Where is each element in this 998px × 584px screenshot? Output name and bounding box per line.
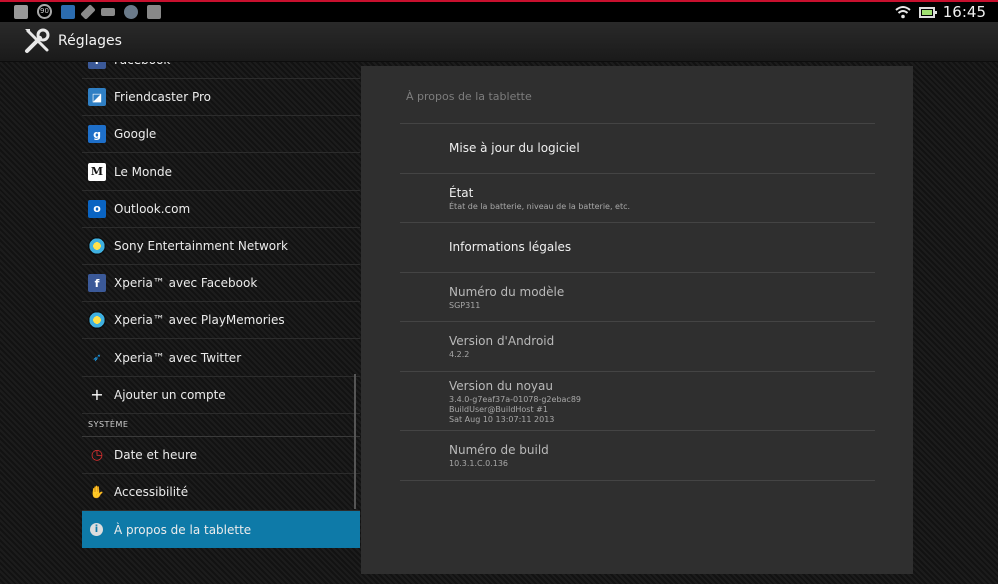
about-item-4-title: Version d'Android xyxy=(449,334,555,348)
panel-divider xyxy=(400,173,875,174)
section-header-system: SYSTÈME xyxy=(88,420,129,429)
battery-icon xyxy=(918,6,937,18)
about-item-3-title: Numéro du modèle xyxy=(449,284,565,299)
about-item-5-detail: BuildUser@BuildHost #1 xyxy=(449,404,548,414)
settings-item-le-monde[interactable]: M Le Monde xyxy=(82,154,360,191)
content-area: f Facebook ◪ Friendcaster Pro g Google M Le Mon… xyxy=(0,62,998,584)
system-tray: 16:45 xyxy=(895,3,986,21)
twitter-icon: ➶ xyxy=(92,351,102,365)
about-item-6-detail: 10.3.1.C.0.136 xyxy=(449,459,509,468)
settings-item-google[interactable]: g Google xyxy=(82,116,360,154)
app-title: Réglages xyxy=(58,33,122,49)
clock-icon: ◷ xyxy=(90,447,104,463)
settings-item-label: Date et heure xyxy=(114,448,198,462)
settings-item-label: Xperia™ avec Facebook xyxy=(114,276,258,291)
settings-item-label: À propos de la tablette xyxy=(114,522,252,537)
panel-divider xyxy=(400,222,875,223)
status-bar: 90 16:45 xyxy=(0,0,998,22)
settings-item-label: Accessibilité xyxy=(114,485,189,500)
wifi-icon xyxy=(895,5,911,19)
usb-icon xyxy=(101,7,115,16)
settings-item-label: Outlook.com xyxy=(114,201,191,216)
about-item-1-title[interactable]: État xyxy=(449,186,473,200)
plus-icon: + xyxy=(90,385,104,405)
action-bar: Réglages xyxy=(0,22,998,62)
settings-item-xperia-avec-facebook[interactable]: f Xperia™ avec Facebook xyxy=(82,265,360,303)
outlook-icon: o xyxy=(88,199,106,218)
outlook-icon xyxy=(61,4,75,19)
timer-icon: 90 xyxy=(37,4,52,19)
hand-icon: ✋ xyxy=(89,485,105,500)
settings-item-label: Xperia™ avec Twitter xyxy=(114,350,242,365)
panel-divider xyxy=(400,123,875,124)
sensor-icon xyxy=(124,4,138,19)
settings-list: f Facebook ◪ Friendcaster Pro g Google M Le Mon… xyxy=(82,62,360,572)
settings-item-xperia-avec-playmemories[interactable]: Xperia™ avec PlayMemories xyxy=(82,302,360,340)
settings-item-label: Facebook xyxy=(114,62,170,67)
settings-item-facebook[interactable]: f Facebook xyxy=(82,62,360,79)
google-icon: g xyxy=(88,125,106,144)
settings-item-label: Ajouter un compte xyxy=(114,387,226,402)
settings-item-date-et-heure[interactable]: ◷ Date et heure xyxy=(82,437,360,474)
about-item-5-detail: 3.4.0-g7eaf37a-01078-g2ebac89 xyxy=(449,394,582,404)
sen-icon xyxy=(88,237,106,255)
about-item-5-detail: Sat Aug 10 13:07:11 2013 xyxy=(449,414,555,424)
notification-icons: 90 xyxy=(14,3,161,20)
settings-item-ajouter-un-compte[interactable]: + Ajouter un compte xyxy=(82,377,360,414)
settings-item-label: Friendcaster Pro xyxy=(114,90,211,105)
settings-item-label: Google xyxy=(114,127,157,142)
settings-item-label: Le Monde xyxy=(114,164,172,179)
panel-title: À propos de la tablette xyxy=(406,90,532,103)
settings-item-label: Xperia™ avec PlayMemories xyxy=(114,313,285,328)
panel-divider xyxy=(400,430,875,431)
settings-tools-icon[interactable] xyxy=(22,26,52,56)
panel-divider xyxy=(400,480,875,481)
about-item-1-detail: État de la batterie, niveau de la batter… xyxy=(449,201,631,211)
clock: 16:45 xyxy=(942,3,986,21)
about-item-0-title[interactable]: Mise à jour du logiciel xyxy=(449,141,580,155)
settings-item-accessibilit[interactable]: ✋ Accessibilité xyxy=(82,474,360,512)
playmemories-icon xyxy=(88,311,106,330)
settings-item-xperia-avec-twitter[interactable]: ➶ Xperia™ avec Twitter xyxy=(82,340,360,377)
panel-divider xyxy=(400,371,875,372)
about-item-6-title: Numéro de build xyxy=(449,443,549,457)
panel-divider xyxy=(400,272,875,273)
about-item-5-title: Version du noyau xyxy=(449,378,553,393)
facebook-icon: f xyxy=(88,274,106,293)
list-scrollbar[interactable] xyxy=(354,374,356,509)
settings-item-label: Sony Entertainment Network xyxy=(114,239,288,253)
settings-item-friendcaster-pro[interactable]: ◪ Friendcaster Pro xyxy=(82,79,360,117)
battery-level xyxy=(921,9,932,15)
about-tablet-panel: À propos de la tablette Mise à jour du l… xyxy=(361,66,913,574)
settings-item-outlook-com[interactable]: o Outlook.com xyxy=(82,191,360,228)
friendcaster-icon: ◪ xyxy=(88,88,106,107)
settings-icon xyxy=(14,4,28,19)
settings-item-sony-entertainment-network[interactable]: Sony Entertainment Network xyxy=(82,228,360,265)
panel-divider xyxy=(400,321,875,322)
facebook-icon: f xyxy=(88,62,106,69)
google-icon xyxy=(147,4,161,19)
about-item-2-title[interactable]: Informations légales xyxy=(449,240,571,254)
lemonde-icon: M xyxy=(88,162,106,181)
info-icon: i xyxy=(90,523,103,537)
about-item-3-detail: SGP311 xyxy=(449,300,481,310)
about-item-4-detail: 4.2.2 xyxy=(449,350,470,359)
edit-icon xyxy=(80,3,96,20)
settings-item-propos-de-la-tablette[interactable]: i À propos de la tablette xyxy=(82,511,360,549)
